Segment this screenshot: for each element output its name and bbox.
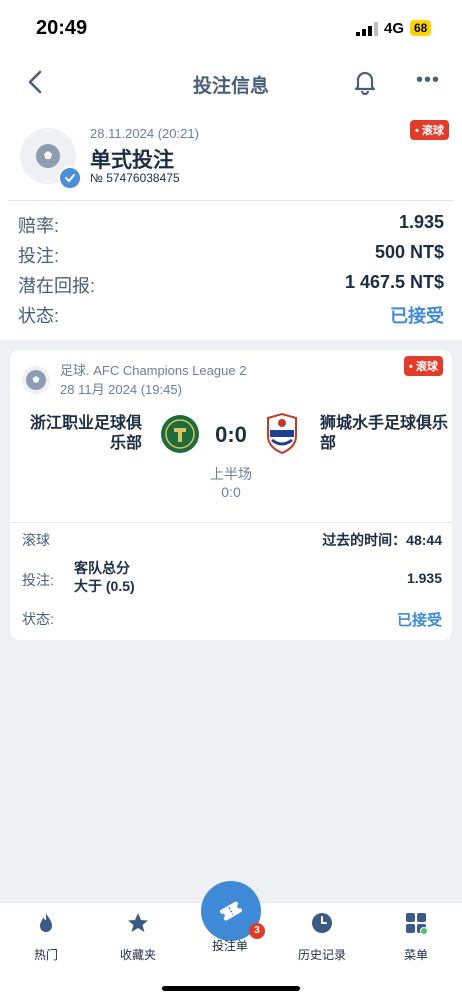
soccer-ball-icon xyxy=(22,366,50,394)
tab-label: 收藏夹 xyxy=(119,948,156,962)
market-line-1: 客队总分 xyxy=(74,560,130,576)
tab-label: 投注单 xyxy=(211,939,248,953)
status-label: 状态: xyxy=(22,611,54,627)
tab-favorites[interactable]: 收藏夹 xyxy=(98,911,178,963)
status-time: 20:49 xyxy=(36,17,88,39)
bet-number: № 57476038475 xyxy=(90,171,180,185)
tab-label: 菜单 xyxy=(403,948,428,962)
ticket-icon xyxy=(219,901,243,921)
stake-label: 投注: xyxy=(18,246,60,266)
odds-label: 赔率: xyxy=(18,216,60,236)
bell-icon[interactable] xyxy=(352,69,378,95)
elapsed-time: 过去的时间：48:44 xyxy=(322,532,442,548)
away-team-logo-icon xyxy=(267,412,297,454)
page-title: 投注信息 xyxy=(192,76,269,97)
tab-menu[interactable]: 菜单 xyxy=(376,911,456,963)
match-date: 28 11月 2024 (19:45) xyxy=(60,382,182,397)
odds-value: 1.935 xyxy=(398,212,444,232)
more-icon[interactable]: ••• xyxy=(416,69,440,92)
home-team-logo-icon xyxy=(161,415,199,453)
away-team-name: 狮城水手足球俱乐部 xyxy=(320,415,449,452)
potential-return-value: 1 467.5 NT$ xyxy=(344,272,444,292)
status-value: 已接受 xyxy=(390,306,444,326)
period-score: 0:0 xyxy=(221,484,241,500)
match-score: 0:0 xyxy=(215,422,247,447)
bet-label: 投注: xyxy=(22,572,54,588)
league-name: 足球. AFC Champions League 2 xyxy=(60,363,247,378)
home-team-name: 浙江职业足球俱乐部 xyxy=(29,415,142,452)
potential-return-row: 潜在回报: 1 467.5 NT$ xyxy=(18,272,444,298)
status-row: 状态: 已接受 xyxy=(18,302,444,328)
network-type: 4G xyxy=(384,20,405,37)
match-card[interactable]: 足球. AFC Champions League 2 28 11月 2024 (… xyxy=(10,350,452,640)
verified-check-icon xyxy=(58,166,82,190)
tab-history[interactable]: 历史记录 xyxy=(282,911,362,963)
bet-market: 客队总分 大于 (0.5) xyxy=(74,559,135,595)
bet-type: 单式投注 xyxy=(90,149,174,172)
stake-row: 投注: 500 NT$ xyxy=(18,242,444,268)
tab-hot[interactable]: 热门 xyxy=(6,911,86,963)
tab-label: 热门 xyxy=(33,948,58,962)
live-badge: • 滚球 xyxy=(404,356,443,376)
star-icon xyxy=(128,913,148,932)
home-indicator[interactable] xyxy=(162,986,300,991)
status-label: 状态: xyxy=(18,306,60,326)
soccer-ball-icon xyxy=(36,144,60,168)
bet-summary-card: 28.11.2024 (20:21) 单式投注 № 57476038475 • … xyxy=(0,108,462,340)
grid-icon xyxy=(406,913,428,935)
potential-return-label: 潜在回报: xyxy=(18,276,96,296)
divider xyxy=(10,522,452,523)
divider xyxy=(8,200,454,201)
live-label: 滚球 xyxy=(22,532,50,548)
live-badge: • 滚球 xyxy=(410,120,449,140)
stake-value: 500 NT$ xyxy=(374,242,444,262)
tab-betslip[interactable]: 投注单 xyxy=(190,937,270,954)
period-label: 上半场 xyxy=(210,466,252,482)
status-bar: 20:49 4G 68 xyxy=(0,0,462,58)
clock-icon xyxy=(312,913,332,933)
status-value: 已接受 xyxy=(396,612,442,629)
battery-indicator: 68 xyxy=(410,20,432,36)
market-line-2: 大于 (0.5) xyxy=(74,578,135,594)
odds-row: 赔率: 1.935 xyxy=(18,212,444,238)
bet-date: 28.11.2024 (20:21) xyxy=(90,126,199,141)
nav-bar: 投注信息 ••• xyxy=(0,58,462,108)
fire-icon xyxy=(40,913,52,932)
bet-odds: 1.935 xyxy=(406,570,442,586)
tab-label: 历史记录 xyxy=(297,948,346,962)
signal-icon xyxy=(356,22,378,36)
